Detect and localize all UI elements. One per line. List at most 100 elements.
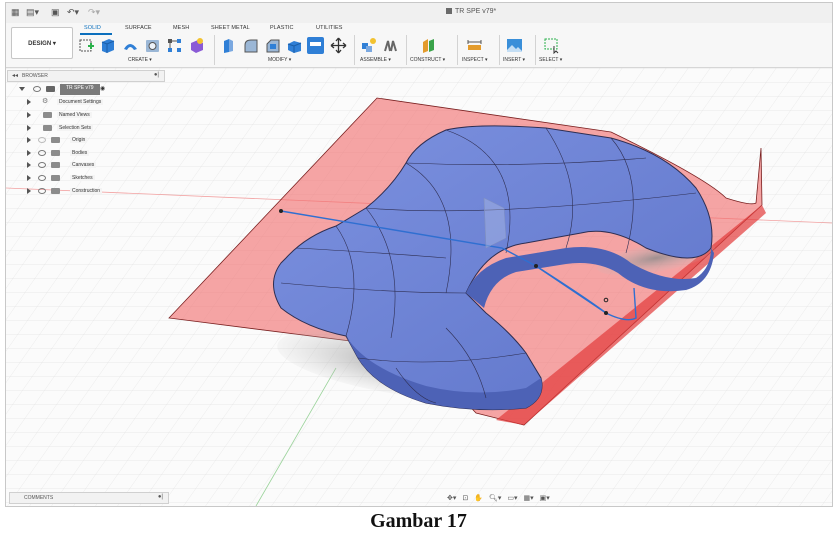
expand-icon[interactable]: [27, 112, 31, 118]
comments-title: COMMENTS: [24, 495, 54, 501]
save-icon[interactable]: ▣: [51, 7, 60, 18]
shell-icon[interactable]: [286, 37, 303, 54]
pattern-icon[interactable]: [166, 37, 183, 54]
combine-icon[interactable]: [307, 37, 324, 54]
create-sketch-icon[interactable]: [78, 37, 95, 54]
move-icon[interactable]: [330, 37, 347, 54]
inspect-menu[interactable]: INSPECT ▾: [462, 57, 487, 63]
divider: [406, 35, 407, 65]
revolve-icon[interactable]: [122, 37, 139, 54]
fusion-window: ▦ ▤▾ ▣ ↶▾ ↷▾ TR SPE v79* DESIGN ▾ SOLID …: [5, 2, 833, 507]
window-select-icon[interactable]: [543, 37, 560, 54]
canvas-viewport[interactable]: [6, 68, 832, 506]
browser-item-label: Document Settings: [57, 99, 104, 105]
browser-item-label: Bodies: [70, 150, 90, 156]
visibility-eye-icon[interactable]: [33, 86, 41, 92]
measure-icon[interactable]: [466, 37, 483, 54]
apps-grid-icon[interactable]: ▦: [11, 7, 20, 18]
orbit-icon[interactable]: ✥▾: [447, 494, 456, 502]
insert-image-icon[interactable]: [506, 37, 523, 54]
add-comment-icon[interactable]: ●|: [158, 494, 163, 500]
box-icon[interactable]: [99, 37, 116, 54]
browser-item-selection-sets[interactable]: Selection Sets: [27, 123, 127, 134]
visibility-eye-icon[interactable]: [38, 175, 46, 181]
chamfer-icon[interactable]: [264, 37, 281, 54]
divider: [354, 35, 355, 65]
browser-item-bodies[interactable]: Bodies: [27, 148, 127, 159]
tab-mesh[interactable]: MESH: [173, 25, 189, 31]
panel-options-icon[interactable]: ●|: [154, 72, 159, 78]
comments-panel[interactable]: COMMENTS ●|: [9, 492, 169, 504]
expand-icon[interactable]: [27, 175, 31, 181]
joint-icon[interactable]: [382, 37, 399, 54]
display-settings-icon[interactable]: ▭▾: [507, 494, 517, 502]
modify-menu[interactable]: MODIFY ▾: [268, 57, 291, 63]
divider: [457, 35, 458, 65]
tab-utilities[interactable]: UTILITIES: [316, 25, 343, 31]
visibility-eye-icon[interactable]: [38, 188, 46, 194]
figure-caption: Gambar 17: [370, 510, 467, 532]
collapse-icon[interactable]: ◂◂: [12, 72, 18, 79]
tab-sheet-metal[interactable]: SHEET METAL: [211, 25, 250, 31]
expand-icon[interactable]: [27, 150, 31, 156]
folder-icon: [43, 112, 52, 118]
browser-item-construction[interactable]: Construction: [27, 186, 127, 197]
browser-title: BROWSER: [22, 73, 48, 79]
construct-menu[interactable]: CONSTRUCT ▾: [410, 57, 445, 63]
active-tab-indicator: [80, 33, 112, 35]
browser-item-document-settings[interactable]: ⚙ Document Settings: [27, 97, 127, 108]
browser-item-label: Selection Sets: [57, 125, 93, 131]
tab-solid[interactable]: SOLID: [84, 25, 101, 31]
sketch-point[interactable]: [604, 311, 608, 315]
visibility-eye-icon[interactable]: [38, 137, 46, 143]
browser-item-named-views[interactable]: Named Views: [27, 110, 127, 121]
expand-icon[interactable]: [27, 99, 31, 105]
tab-surface[interactable]: SURFACE: [125, 25, 152, 31]
browser-root[interactable]: TR SPE v79 ◉: [19, 84, 119, 95]
visibility-eye-icon[interactable]: [38, 150, 46, 156]
sketch-point[interactable]: [279, 209, 283, 213]
divider: [214, 35, 215, 65]
undo-icon[interactable]: ↶▾: [67, 7, 79, 18]
press-pull-icon[interactable]: [220, 37, 237, 54]
redo-icon[interactable]: ↷▾: [88, 7, 100, 18]
component-icon: [446, 8, 452, 14]
browser-item-origin[interactable]: Origin: [27, 135, 127, 146]
browser-item-label: Origin: [70, 137, 88, 143]
browser-item-sketches[interactable]: Sketches: [27, 173, 127, 184]
expand-icon[interactable]: [27, 137, 31, 143]
folder-icon: [43, 125, 52, 131]
insert-menu[interactable]: INSERT ▾: [503, 57, 525, 63]
document-tab[interactable]: TR SPE v79*: [446, 8, 496, 15]
look-at-icon[interactable]: ⊡: [462, 494, 468, 502]
grid-settings-icon[interactable]: ▦▾: [524, 494, 534, 502]
browser-item-canvases[interactable]: Canvases: [27, 160, 127, 171]
expand-icon[interactable]: [27, 162, 31, 168]
select-menu[interactable]: SELECT ▾: [539, 57, 562, 63]
pan-icon[interactable]: ✋: [474, 494, 483, 502]
activate-radio-icon[interactable]: ◉: [100, 85, 105, 92]
sketch-point[interactable]: [534, 264, 538, 268]
hole-icon[interactable]: [144, 37, 161, 54]
browser-item-label: Canvases: [70, 162, 97, 168]
new-component-icon[interactable]: [360, 37, 377, 54]
browser-header[interactable]: ◂◂ BROWSER ●|: [7, 70, 165, 82]
file-menu-icon[interactable]: ▤▾: [26, 7, 39, 18]
tab-plastic[interactable]: PLASTIC: [270, 25, 294, 31]
document-title: TR SPE v79*: [455, 8, 497, 15]
expand-icon[interactable]: [27, 125, 31, 131]
viewports-icon[interactable]: ▣▾: [540, 494, 550, 502]
zoom-icon[interactable]: 🔍︎▾: [489, 494, 501, 502]
visibility-eye-icon[interactable]: [38, 162, 46, 168]
fillet-icon[interactable]: [242, 37, 259, 54]
divider: [535, 35, 536, 65]
create-menu[interactable]: CREATE ▾: [128, 57, 152, 63]
folder-icon: [51, 137, 60, 143]
offset-plane-icon[interactable]: [420, 37, 437, 54]
assemble-menu[interactable]: ASSEMBLE ▾: [360, 57, 391, 63]
expand-icon[interactable]: [19, 87, 25, 91]
model-scene[interactable]: [6, 68, 832, 506]
workspace-switcher[interactable]: DESIGN ▾: [11, 27, 73, 59]
form-icon[interactable]: [188, 37, 205, 54]
expand-icon[interactable]: [27, 188, 31, 194]
